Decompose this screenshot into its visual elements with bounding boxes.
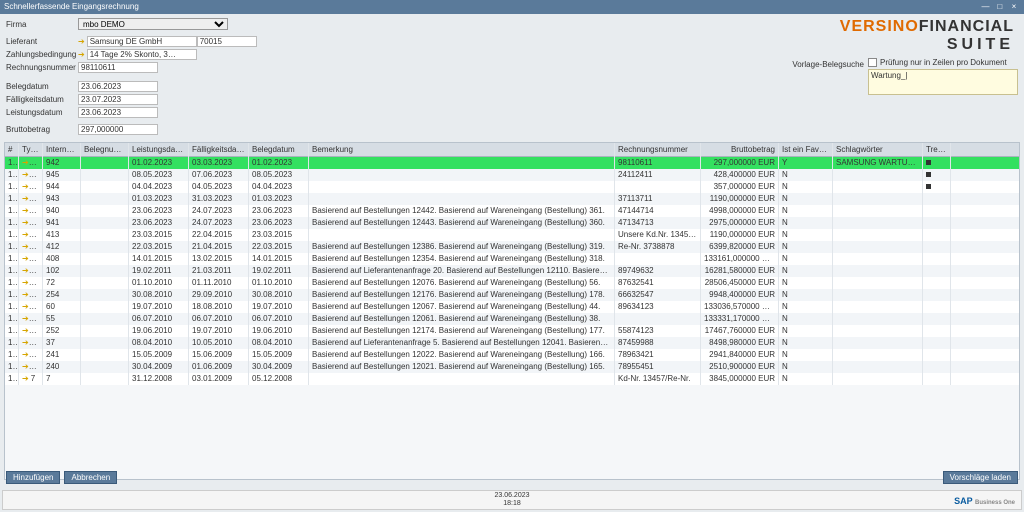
col-beleg[interactable]: Belegnummer [81,143,129,157]
per-doc-label: Prüfung nur in Zeilen pro Dokument [880,58,1007,67]
table-row[interactable]: 18➔57294023.06.202324.07.202323.06.2023B… [5,205,1019,217]
close-icon[interactable]: × [1008,0,1020,14]
table-row[interactable]: 18➔57694301.03.202331.03.202301.03.20233… [5,193,1019,205]
table-row[interactable]: 18➔40740814.01.201513.02.201514.01.2015B… [5,253,1019,265]
table-row[interactable]: 18➔606019.07.201018.08.201019.07.2010Bas… [5,301,1019,313]
search-input[interactable]: Wartung_| [868,69,1018,95]
table-row[interactable]: 18➔10210219.02.201121.03.201119.02.2011B… [5,265,1019,277]
col-bd[interactable]: Belegdatum [249,143,309,157]
col-fd[interactable]: Fälligkeitsdatum [189,143,249,157]
per-doc-checkbox[interactable] [868,58,877,67]
belegdatum-label: Belegdatum [6,82,78,91]
table-row[interactable]: 18➔57894508.05.202307.06.202308.05.20232… [5,169,1019,181]
load-suggestions-button[interactable]: Vorschläge laden [943,471,1018,484]
table-row[interactable]: 18➔25325430.08.201029.09.201030.08.2010B… [5,289,1019,301]
status-time: 18:18 [494,500,529,508]
cancel-button[interactable]: Abbrechen [64,471,117,484]
firma-select[interactable]: mbo DEMO [78,18,228,30]
table-row[interactable]: 18➔57394123.06.202324.07.202323.06.2023B… [5,217,1019,229]
table-row[interactable]: 18➔57794404.04.202304.05.202304.04.20233… [5,181,1019,193]
col-bem[interactable]: Bemerkung [309,143,615,157]
add-button[interactable]: Hinzufügen [6,471,60,484]
table-row[interactable]: 18➔555506.07.201006.07.201006.07.2010Bas… [5,313,1019,325]
maximize-icon[interactable]: □ [994,0,1006,14]
brutto-label: Bruttobetrag [6,125,78,134]
table-row[interactable]: 18➔24024030.04.200901.06.200930.04.2009B… [5,361,1019,373]
col-int[interactable]: Internal n… [43,143,81,157]
col-num[interactable]: # [5,143,19,157]
col-rnr[interactable]: Rechnungsnummer [615,143,701,157]
col-type[interactable]: Type [19,143,43,157]
grid-header: # Type Internal n… Belegnummer Leistungs… [5,143,1019,157]
minimize-icon[interactable]: — [980,0,992,14]
faellig-value[interactable]: 23.07.2023 [78,94,158,105]
faellig-label: Fälligkeitsdatum [6,95,78,104]
rnr-value[interactable]: 98110611 [78,62,158,73]
lieferant-label: Lieferant [6,37,78,46]
leistung-value[interactable]: 23.06.2023 [78,107,158,118]
zb-value[interactable]: 14 Tage 2% Skonto, 3… [87,49,197,60]
rnr-label: Rechnungsnummer [6,63,78,72]
sap-logo: SAP Business One [954,496,1015,506]
link-arrow-icon[interactable]: ➔ [78,37,85,46]
firma-label: Firma [6,20,78,29]
brutto-value[interactable]: 297,000000 [78,124,158,135]
table-row[interactable]: 18➔41141222.03.201521.04.201522.03.2015B… [5,241,1019,253]
table-row[interactable]: 18➔717201.10.201001.11.201001.10.2010Bas… [5,277,1019,289]
table-row[interactable]: 18➔24124115.05.200915.06.200915.05.2009B… [5,349,1019,361]
table-row[interactable]: 18➔25225219.06.201019.07.201019.06.2010B… [5,325,1019,337]
leistung-label: Leistungsdatum [6,108,78,117]
status-bar: 23.06.2023 18:18 SAP Business One [2,490,1022,510]
table-row[interactable]: 18➔41241323.03.201522.04.201523.03.2015U… [5,229,1019,241]
search-label: Vorlage-Belegsuche [792,58,864,69]
col-tr[interactable]: Treffer [923,143,951,157]
results-grid: # Type Internal n… Belegnummer Leistungs… [4,142,1020,480]
lieferant-value[interactable]: Samsung DE GmbH [87,36,197,47]
window-titlebar: Schnellerfassende Eingangsrechnung — □ × [0,0,1024,14]
table-row[interactable]: 18➔7731.12.200803.01.200905.12.2008Kd-Nr… [5,373,1019,385]
col-fav[interactable]: Ist ein Favorit [779,143,833,157]
zb-label: Zahlungsbedingung [6,50,78,59]
col-ld[interactable]: Leistungsdatum [129,143,189,157]
table-row[interactable]: 18➔57594201.02.202303.03.202301.02.20239… [5,157,1019,169]
table-row[interactable]: 18➔373708.04.201010.05.201008.04.2010Bas… [5,337,1019,349]
window-title: Schnellerfassende Eingangsrechnung [4,0,139,14]
lieferant-code[interactable]: 70015 [197,36,257,47]
link-arrow-icon[interactable]: ➔ [78,50,85,59]
col-bb[interactable]: Bruttobetrag [701,143,779,157]
status-date: 23.06.2023 [494,492,529,500]
col-tags[interactable]: Schlagwörter [833,143,923,157]
belegdatum-value[interactable]: 23.06.2023 [78,81,158,92]
window-controls: — □ × [980,0,1020,14]
brand-logo: VERSINOFINANCIAL SUITE [840,18,1014,54]
